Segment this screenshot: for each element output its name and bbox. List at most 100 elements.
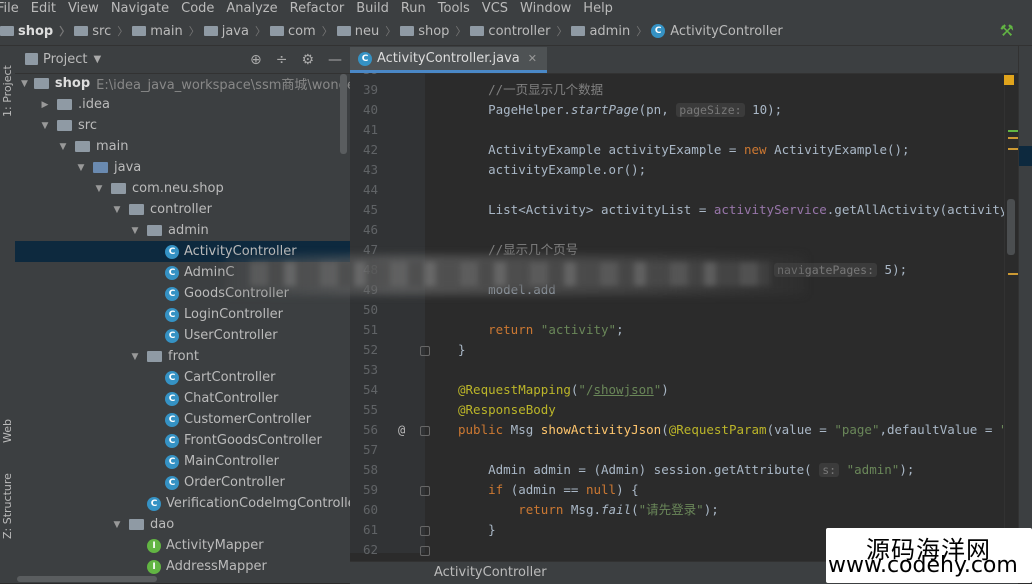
code-line[interactable]: 38 bbox=[350, 73, 1018, 80]
fold-marker-icon[interactable] bbox=[420, 426, 430, 436]
code-line[interactable]: 45 List<Activity> activityList = activit… bbox=[350, 200, 1018, 220]
editor-scrollbar-thumb[interactable] bbox=[1007, 199, 1015, 255]
code-line[interactable]: 51 return "activity"; bbox=[350, 320, 1018, 340]
tree-item[interactable]: C LoginController bbox=[15, 304, 350, 325]
tree-root-shop[interactable]: ▼ shop E:\idea_java_workspace\ssm商城\wond… bbox=[15, 73, 350, 94]
code-line[interactable]: 55 @ResponseBody bbox=[350, 400, 1018, 420]
menu-window[interactable]: Window bbox=[520, 1, 571, 16]
tree-item[interactable]: C VerificationCodeImgControlle bbox=[15, 493, 350, 514]
collapse-all-icon[interactable]: ÷ bbox=[276, 52, 288, 68]
breadcrumb-item[interactable]: controller 〉 bbox=[470, 23, 567, 39]
breadcrumb-item[interactable]: src 〉 bbox=[74, 23, 128, 39]
chevron-down-icon[interactable]: ▼ bbox=[93, 184, 105, 194]
close-icon[interactable]: ✕ bbox=[528, 52, 537, 65]
warning-marker[interactable] bbox=[1008, 137, 1018, 139]
breadcrumb-item[interactable]: com 〉 bbox=[269, 23, 333, 39]
tree-item[interactable]: C ChatController bbox=[15, 388, 350, 409]
code-line[interactable]: 41 bbox=[350, 120, 1018, 140]
tree-item[interactable]: ▼ front bbox=[15, 346, 350, 367]
chevron-down-icon[interactable]: ▼ bbox=[21, 79, 28, 89]
breadcrumb-item[interactable]: neu 〉 bbox=[336, 23, 396, 39]
project-horizontal-scrollbar[interactable] bbox=[15, 575, 350, 583]
menu-tools[interactable]: Tools bbox=[438, 1, 470, 16]
code-line[interactable]: 39 //一页显示几个数据 bbox=[350, 80, 1018, 100]
menu-code[interactable]: Code bbox=[181, 1, 214, 16]
tree-item[interactable]: I ActivityMapper bbox=[15, 535, 350, 556]
chevron-down-icon[interactable]: ▼ bbox=[39, 121, 51, 131]
code-line[interactable]: 60 return Msg.fail("请先登录"); bbox=[350, 500, 1018, 520]
tree-item[interactable]: I AddressMapper bbox=[15, 556, 350, 577]
locate-icon[interactable]: ⊕ bbox=[250, 52, 262, 68]
tree-item[interactable]: ▼ java bbox=[15, 157, 350, 178]
menu-edit[interactable]: Edit bbox=[31, 1, 56, 16]
chevron-down-icon[interactable]: ▼ bbox=[129, 226, 141, 236]
menu-refactor[interactable]: Refactor bbox=[290, 1, 345, 16]
code-line[interactable]: 43 activityExample.or(); bbox=[350, 160, 1018, 180]
fold-marker-icon[interactable] bbox=[420, 346, 430, 356]
menu-navigate[interactable]: Navigate bbox=[111, 1, 169, 16]
change-marker[interactable] bbox=[1008, 130, 1018, 132]
scrollbar-thumb[interactable] bbox=[17, 576, 157, 582]
gear-icon[interactable]: ⚙ bbox=[301, 52, 314, 68]
minimize-icon[interactable]: — bbox=[328, 52, 342, 68]
chevron-down-icon[interactable]: ▼ bbox=[75, 163, 87, 173]
code-line[interactable]: 46 bbox=[350, 220, 1018, 240]
tree-item[interactable]: ▼ admin bbox=[15, 220, 350, 241]
tree-item[interactable]: ▼ com.neu.shop bbox=[15, 178, 350, 199]
tree-item[interactable]: ▼ src bbox=[15, 115, 350, 136]
tree-item[interactable]: C CustomerController bbox=[15, 409, 350, 430]
code-line[interactable]: 56 @ public Msg showActivityJson(@RequestP… bbox=[350, 420, 1018, 440]
chevron-down-icon[interactable]: ▼ bbox=[57, 142, 69, 152]
chevron-right-icon[interactable]: ▶ bbox=[39, 100, 51, 110]
tree-item[interactable]: C MainController bbox=[15, 451, 350, 472]
code-line[interactable]: 52} bbox=[350, 340, 1018, 360]
project-vertical-scrollbar[interactable] bbox=[340, 74, 347, 154]
breadcrumb-item[interactable]: java 〉 bbox=[203, 23, 266, 39]
tree-item[interactable]: ▼ dao bbox=[15, 514, 350, 535]
tab-project[interactable]: 1: Project bbox=[0, 56, 15, 126]
tree-item[interactable]: ▼ controller bbox=[15, 199, 350, 220]
tree-item[interactable]: C FrontGoodsController bbox=[15, 430, 350, 451]
tab-web[interactable]: Web bbox=[0, 406, 15, 456]
menu-analyze[interactable]: Analyze bbox=[226, 1, 277, 16]
code-line[interactable]: 50 bbox=[350, 300, 1018, 320]
warning-marker[interactable] bbox=[1008, 273, 1018, 275]
annotation-gutter-icon[interactable]: @ bbox=[398, 420, 405, 440]
code-line[interactable]: 44 bbox=[350, 180, 1018, 200]
tree-item[interactable]: C UserController bbox=[15, 325, 350, 346]
breadcrumb-item[interactable]: main 〉 bbox=[132, 23, 200, 39]
status-class-name[interactable]: ActivityController bbox=[434, 565, 547, 580]
project-panel-title[interactable]: Project bbox=[43, 52, 87, 67]
breadcrumb-item[interactable]: C ActivityController bbox=[651, 24, 783, 39]
tab-structure[interactable]: Z: Structure bbox=[0, 466, 15, 546]
menu-view[interactable]: View bbox=[68, 1, 99, 16]
menu-help[interactable]: Help bbox=[583, 1, 613, 16]
tree-item[interactable]: C OrderController bbox=[15, 472, 350, 493]
chevron-down-icon[interactable]: ▼ bbox=[111, 205, 123, 215]
tree-item[interactable]: C CartController bbox=[15, 367, 350, 388]
code-line[interactable]: 54 @RequestMapping("/showjson") bbox=[350, 380, 1018, 400]
breadcrumb-item[interactable]: admin 〉 bbox=[571, 23, 647, 39]
warning-indicator-icon[interactable] bbox=[1004, 75, 1014, 85]
warning-marker[interactable] bbox=[1008, 148, 1018, 150]
right-tool-selected[interactable] bbox=[1019, 146, 1032, 166]
breadcrumb-item[interactable]: shop 〉 bbox=[400, 23, 466, 39]
chevron-down-icon[interactable]: ▼ bbox=[129, 352, 141, 362]
build-hammer-icon[interactable]: ⚒ bbox=[1000, 21, 1014, 40]
code-line[interactable]: 53 bbox=[350, 360, 1018, 380]
code-line[interactable]: 42 ActivityExample activityExample = new… bbox=[350, 140, 1018, 160]
code-area[interactable]: 3839 //一页显示几个数据40 PageHelper.startPage(p… bbox=[350, 73, 1018, 561]
fold-marker-icon[interactable] bbox=[420, 546, 430, 556]
menu-run[interactable]: Run bbox=[401, 1, 426, 16]
code-line[interactable]: 58 Admin admin = (Admin) session.getAttr… bbox=[350, 460, 1018, 480]
error-stripe[interactable] bbox=[1004, 73, 1019, 543]
tree-item[interactable]: ▼ main bbox=[15, 136, 350, 157]
chevron-down-icon[interactable]: ▼ bbox=[111, 520, 123, 530]
tab-activity-controller[interactable]: C ActivityController.java ✕ bbox=[350, 47, 547, 73]
code-line[interactable]: 57 bbox=[350, 440, 1018, 460]
fold-marker-icon[interactable] bbox=[420, 526, 430, 536]
fold-marker-icon[interactable] bbox=[420, 486, 430, 496]
code-line[interactable]: 40 PageHelper.startPage(pn, pageSize: 10… bbox=[350, 100, 1018, 120]
menu-build[interactable]: Build bbox=[356, 1, 389, 16]
menu-file[interactable]: File bbox=[0, 1, 19, 16]
